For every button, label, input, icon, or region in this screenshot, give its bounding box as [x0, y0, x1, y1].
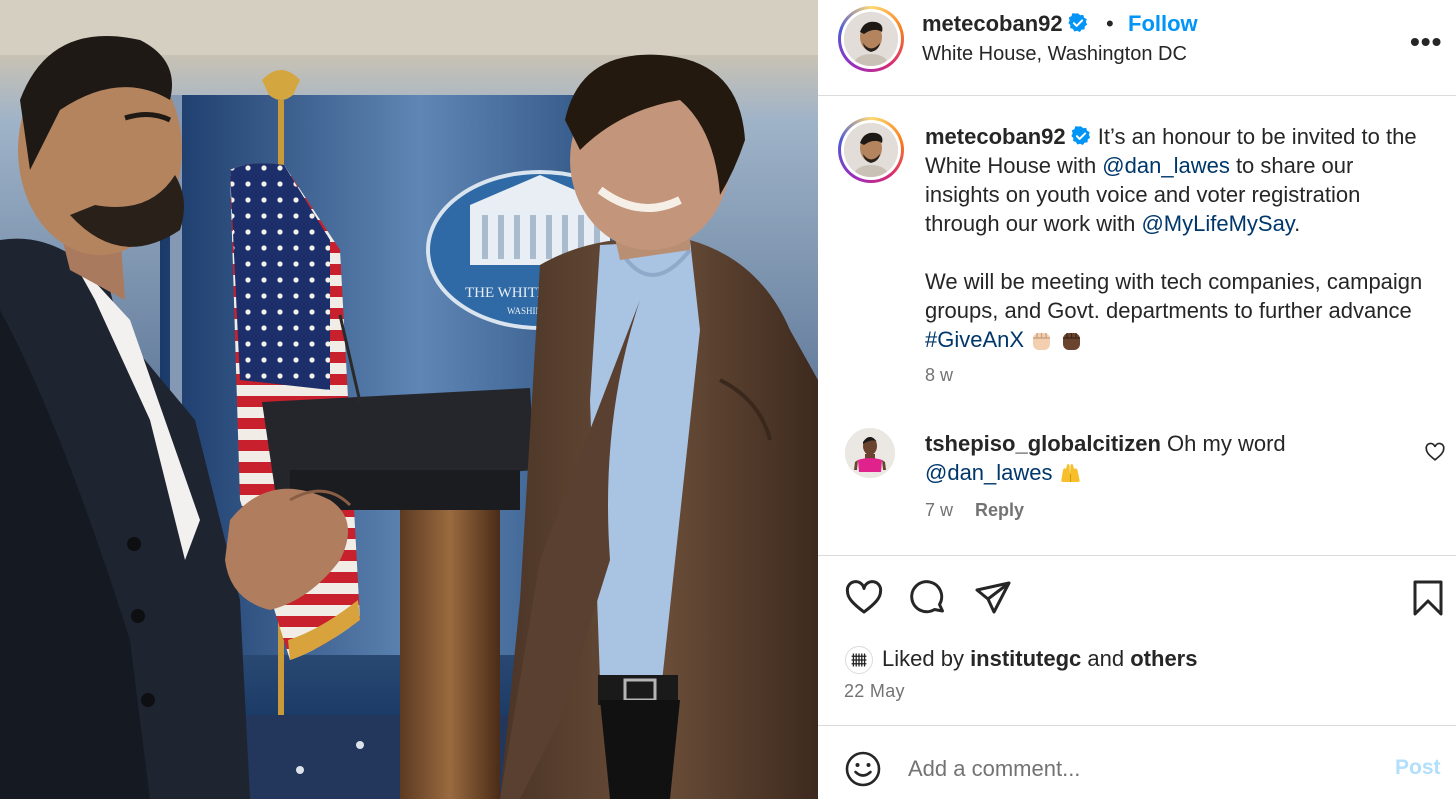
header-separator: • [1106, 11, 1114, 36]
liker-avatar-icon[interactable] [845, 646, 873, 674]
comment-text: Oh my word [1160, 431, 1286, 456]
post-photo[interactable]: THE WHITE HOU WASHINGTON [0, 0, 818, 799]
caption-text-3: . [1294, 211, 1301, 236]
caption-verified-badge-icon [1071, 126, 1090, 145]
author-avatar-image [844, 12, 898, 66]
mention-mylifemysay[interactable]: @MyLifeMySay [1141, 211, 1294, 236]
save-bookmark-icon[interactable] [1408, 578, 1448, 618]
post-location[interactable]: White House, Washington DC [922, 43, 1187, 66]
post-comment-button[interactable]: Post [1395, 756, 1441, 780]
comment-timestamp[interactable]: 7 w [925, 500, 953, 521]
likes-summary: Liked by institutegc and others [882, 646, 1197, 672]
caption-author-avatar[interactable] [838, 117, 904, 183]
hashtag-giveanx[interactable]: #GiveAnX [925, 327, 1024, 352]
comment-mention-dan-lawes[interactable]: @dan_lawes [925, 460, 1053, 485]
reply-button[interactable]: Reply [975, 500, 1024, 521]
post-image: THE WHITE HOU WASHINGTON [0, 0, 818, 799]
post-header: metecoban92 • Follow White House, Washin… [818, 0, 1456, 96]
add-comment-input[interactable]: Add a comment... [908, 756, 1080, 782]
mention-dan-lawes[interactable]: @dan_lawes [1102, 153, 1230, 178]
commenter-avatar[interactable] [845, 428, 895, 478]
caption-avatar-image [844, 123, 898, 177]
share-paper-plane-icon[interactable] [973, 578, 1013, 618]
commenter-username[interactable]: tshepiso_globalcitizen [925, 431, 1161, 456]
author-avatar[interactable] [838, 6, 904, 72]
raising-hands-icon [1060, 464, 1080, 482]
likes-others-link[interactable]: others [1130, 646, 1197, 671]
caption-text-4: We will be meeting with tech companies, … [925, 269, 1423, 323]
follow-button[interactable]: Follow [1128, 11, 1198, 37]
like-heart-icon[interactable] [844, 578, 884, 618]
author-username-text[interactable]: metecoban92 [922, 11, 1063, 36]
commenter-avatar-image [845, 428, 895, 478]
raised-fist-dark-icon [1063, 333, 1081, 350]
action-bar: Liked by institutegc and others 22 May [818, 555, 1456, 725]
more-options-icon[interactable]: ••• [1410, 26, 1442, 58]
raised-fist-light-icon [1033, 333, 1051, 350]
add-comment-bar: Add a comment... Post [818, 725, 1456, 799]
likes-prefix: Liked by [882, 646, 971, 671]
post-panel: metecoban92 • Follow White House, Washin… [818, 0, 1456, 799]
caption-timestamp[interactable]: 8 w [925, 365, 953, 386]
liker-username[interactable]: institutegc [970, 646, 1081, 671]
caption-username[interactable]: metecoban92 [925, 124, 1066, 149]
verified-badge-icon [1068, 13, 1087, 32]
comment: tshepiso_globalcitizen Oh my word @dan_l… [925, 429, 1395, 487]
post-date[interactable]: 22 May [844, 681, 905, 702]
author-username[interactable]: metecoban92 [922, 11, 1089, 37]
post-caption: metecoban92 It’s an honour to be invited… [925, 122, 1425, 354]
emoji-picker-smiley-icon[interactable] [844, 750, 882, 788]
comment-bubble-icon[interactable] [908, 578, 948, 618]
comment-like-heart-icon[interactable] [1424, 441, 1446, 463]
likes-middle: and [1081, 646, 1131, 671]
